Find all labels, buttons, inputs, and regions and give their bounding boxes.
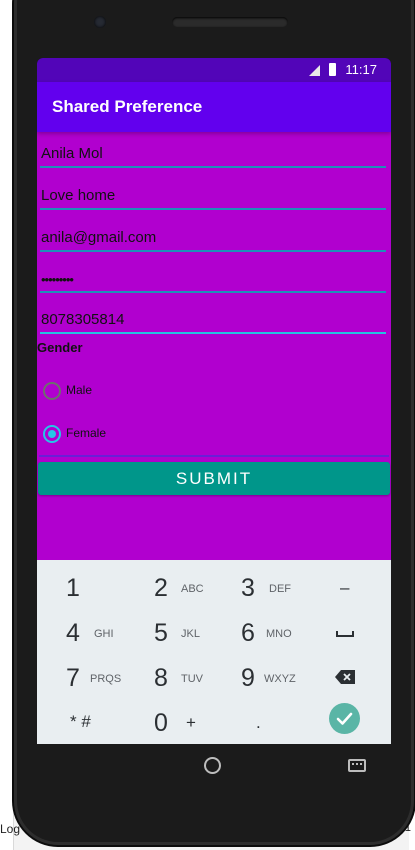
enter-button[interactable] [329,703,360,734]
key-0-plus: + [186,713,196,732]
key-3-letters: DEF [269,583,291,595]
email-input-value: anila@gmail.com [41,229,157,246]
radio-female-label: Female [66,426,107,440]
key-4-letters: GHI [94,628,114,640]
camera-icon [94,16,106,28]
key-8[interactable]: 8 TUV [137,654,225,698]
key-2[interactable]: 2 ABC [137,564,225,608]
status-bar: 11:17 [37,58,391,82]
key-5-digit: 5 [154,619,168,647]
key-2-letters: ABC [181,583,204,595]
app-title: Shared Preference [52,97,203,116]
signal-icon [309,65,320,76]
key-8-digit: 8 [154,664,168,692]
key-9[interactable]: 9 WXYZ [224,654,312,698]
radio-male-circle[interactable] [43,382,61,400]
key-6-digit: 6 [241,619,255,647]
key-period[interactable]: . [224,699,312,743]
submit-button[interactable]: SUBMIT [38,462,390,495]
key-2-digit: 2 [154,574,168,602]
key-9-letters: WXYZ [264,673,296,685]
phone-screen: 11:17 Shared Preference Anila Mol Love h… [37,58,391,744]
desktop-log-tab[interactable]: Log [0,822,20,836]
form-container: Anila Mol Love home anila@gmail.com ••••… [37,132,391,560]
key-1[interactable]: 1 [49,564,137,608]
email-input[interactable]: anila@gmail.com [40,220,386,252]
key-period-symbol: . [256,713,261,732]
key-7-digit: 7 [66,664,80,692]
radio-female-circle[interactable] [43,425,61,443]
key-4-digit: 4 [66,619,80,647]
check-icon [336,712,353,725]
speaker-grille [172,17,288,27]
key-minus[interactable]: – [303,564,391,608]
key-7-letters: PRQS [90,673,122,685]
key-5-letters: JKL [181,628,200,640]
phone-input-value: 8078305814 [41,311,125,328]
name-input-value: Anila Mol [41,145,103,162]
key-4[interactable]: 4 GHI [49,609,137,653]
battery-icon [329,63,336,76]
key-6-letters: MNO [266,628,292,640]
key-star-hash-symbol: * # [70,712,91,731]
form-divider [39,455,389,457]
radio-male-label: Male [66,383,93,397]
desktop-left-panel [0,0,14,850]
key-0[interactable]: 0 + [137,699,225,743]
space-icon[interactable] [336,631,354,637]
key-0-digit: 0 [154,709,168,737]
address-input[interactable]: Love home [40,178,386,210]
key-minus-symbol: – [340,578,350,597]
radio-male[interactable]: Male [43,382,243,404]
numeric-keyboard: 1 2 ABC 3 DEF – 4 GHI 5 JKL 6 MNO 7 PRQS… [37,560,391,744]
key-5[interactable]: 5 JKL [137,609,225,653]
key-3[interactable]: 3 DEF [224,564,312,608]
key-9-digit: 9 [241,664,255,692]
key-star-hash[interactable]: * # [49,699,137,743]
password-input-value: ••••••••• [41,272,74,287]
status-time: 11:17 [345,62,377,77]
key-1-digit: 1 [66,574,80,602]
name-input[interactable]: Anila Mol [40,136,386,168]
key-6[interactable]: 6 MNO [224,609,312,653]
radio-female[interactable]: Female [43,425,243,447]
keyboard-switch-icon[interactable] [348,759,366,772]
key-7[interactable]: 7 PRQS [49,654,137,698]
phone-input[interactable]: 8078305814 [40,302,386,334]
key-3-digit: 3 [241,574,255,602]
key-8-letters: TUV [181,673,203,685]
password-input[interactable]: ••••••••• [40,261,386,293]
address-input-value: Love home [41,187,116,204]
backspace-icon[interactable] [335,670,355,684]
app-bar: Shared Preference [37,82,391,132]
gender-label: Gender [37,340,83,355]
home-icon[interactable] [204,757,221,774]
